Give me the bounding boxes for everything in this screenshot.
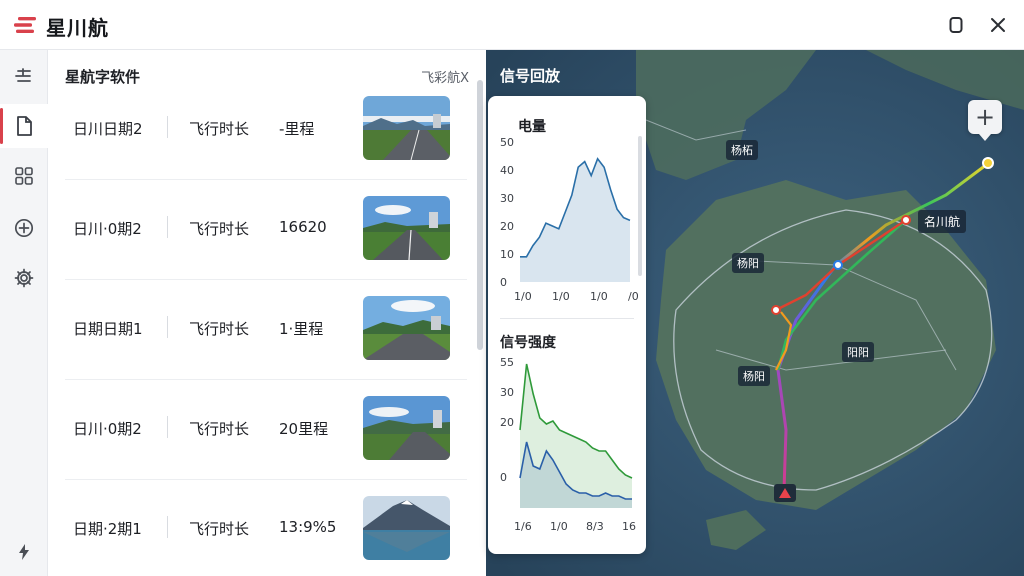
list-item-date: 日川日期2	[73, 120, 143, 138]
list-item-date: 日川·0期2	[73, 420, 142, 438]
list-item[interactable]: 日川·0期2 飞行时长 16620	[65, 180, 467, 280]
menu-lines-icon	[15, 68, 31, 82]
x-axis-tick-label: 1/0	[550, 520, 568, 533]
flight-thumbnail	[363, 396, 450, 460]
divider	[167, 516, 168, 538]
flight-thumbnail	[363, 196, 450, 260]
restore-window-button[interactable]	[944, 13, 968, 37]
restore-icon	[949, 17, 963, 33]
list-item-value: 13:9%5	[279, 518, 337, 536]
list-item-label: 飞行时长	[189, 220, 250, 238]
list-item-label: 飞行时长	[189, 120, 250, 138]
x-axis-tick-label: 8/3	[586, 520, 604, 533]
list-item-date: 日期·2期1	[73, 520, 142, 538]
nav-documents[interactable]	[0, 104, 48, 148]
nav-settings[interactable]	[0, 256, 48, 300]
close-icon	[991, 18, 1005, 32]
list-item-date: 日川·0期2	[73, 220, 142, 238]
list-item-value: 16620	[279, 218, 327, 236]
map-place-label: 杨阳	[738, 366, 770, 386]
map-place-label: 名川航	[918, 210, 967, 233]
left-nav-rail	[0, 50, 48, 576]
nav-grid[interactable]	[0, 154, 48, 198]
map-place-label: 阳阳	[842, 342, 874, 362]
nav-menu[interactable]	[0, 54, 48, 98]
flight-thumbnail	[363, 296, 450, 360]
grid-icon	[15, 167, 33, 185]
app-logo-icon	[14, 17, 36, 33]
close-window-button[interactable]	[986, 13, 1010, 37]
flight-thumbnail	[363, 496, 450, 560]
signal-chart	[519, 363, 633, 508]
add-circle-icon	[14, 218, 34, 238]
list-item-value: 20里程	[279, 420, 329, 438]
list-scrollbar[interactable]	[477, 80, 483, 350]
app-title: 星川航	[46, 16, 109, 40]
list-item[interactable]: 日川·0期2 飞行时长 20里程	[65, 380, 467, 480]
x-axis-tick-label: 1/6	[514, 520, 532, 533]
nav-quick-action[interactable]	[0, 530, 48, 574]
telemetry-chart-card: 电量 50 40 30 20 10 0 1/0 1/0 1/0/0 信号强度 55 30 20 0 …	[488, 96, 646, 554]
map-place-label: 杨柘	[726, 140, 758, 160]
list-item-label: 飞行时长	[189, 420, 250, 438]
divider	[167, 116, 168, 138]
list-item[interactable]: 日期·2期1 飞行时长 13:9%5	[65, 480, 467, 576]
list-item-value: 1·里程	[279, 320, 324, 338]
list-item-label: 飞行时长	[189, 320, 250, 338]
flight-thumbnail	[363, 96, 450, 160]
divider	[167, 216, 168, 238]
zoom-in-button[interactable]: +	[968, 100, 1002, 141]
app-window: 星川航 星航字软件 飞彩航X 日川日期2 飞行时长 -里程 日川·0期2 飞行时…	[0, 0, 1024, 576]
divider	[167, 416, 168, 438]
title-bar: 星川航	[0, 0, 1024, 50]
list-item-date: 日期日期1	[73, 320, 143, 338]
list-item-label: 飞行时长	[189, 520, 250, 538]
nav-add[interactable]	[0, 206, 48, 250]
map-place-label: 杨阳	[732, 253, 764, 273]
divider	[167, 316, 168, 338]
y-axis-tick-label: 0	[500, 471, 507, 484]
list-item[interactable]: 日川日期2 飞行时长 -里程	[65, 80, 467, 180]
map-title: 信号回放	[500, 67, 561, 85]
y-axis-tick-label: 30	[500, 386, 514, 399]
list-item[interactable]: 日期日期1 飞行时长 1·里程	[65, 280, 467, 380]
x-axis-tick-label: 16	[622, 520, 636, 533]
lightning-icon	[19, 544, 29, 560]
y-axis-tick-label: 55	[500, 356, 514, 369]
document-icon	[17, 116, 32, 136]
list-item-value: -里程	[279, 120, 315, 138]
y-axis-tick-label: 20	[500, 416, 514, 429]
gear-icon	[14, 268, 34, 288]
